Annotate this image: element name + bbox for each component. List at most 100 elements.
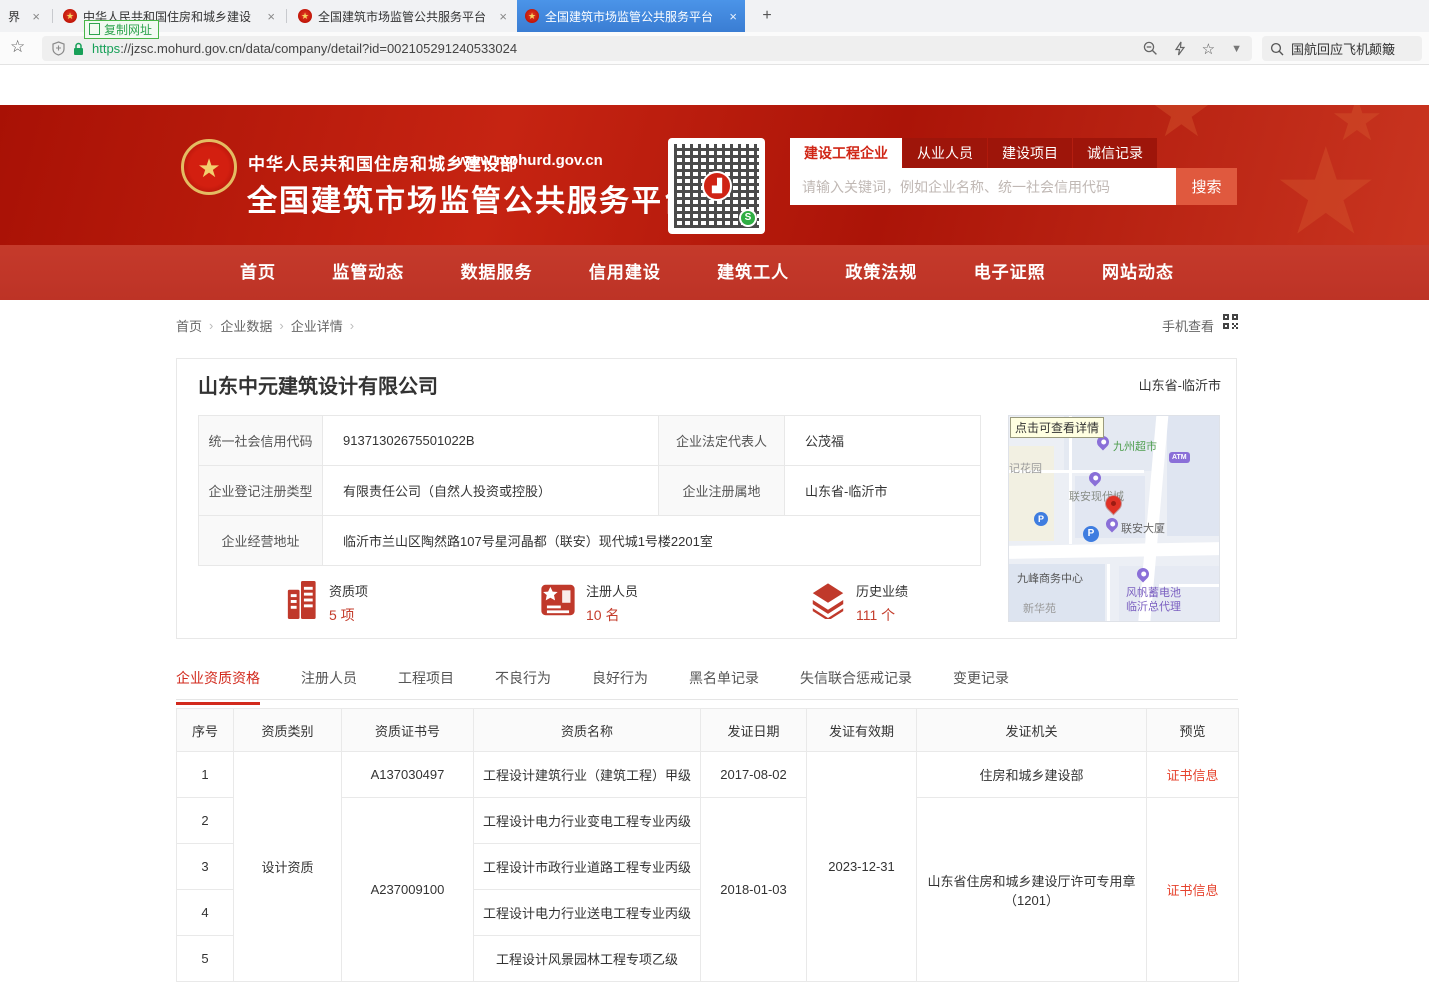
cell-seq: 5 (177, 936, 234, 982)
copy-url-label: 复制网址 (104, 21, 152, 38)
detail-section-tabs: 企业资质资格 注册人员 工程项目 不良行为 良好行为 黑名单记录 失信联合惩戒记… (176, 663, 1238, 700)
field-label: 企业经营地址 (199, 516, 323, 566)
emblem-favicon-icon: ★ (63, 9, 77, 23)
tab-registered-personnel[interactable]: 注册人员 (301, 663, 357, 699)
nav-workers[interactable]: 建筑工人 (717, 245, 789, 300)
search-button[interactable]: 搜索 (1176, 168, 1237, 205)
field-label: 统一社会信用代码 (199, 416, 323, 466)
tab-separator (52, 9, 53, 23)
chevron-right-icon: › (350, 318, 354, 333)
poi-supermarket: 九州超市 (1113, 438, 1157, 454)
nav-e-license[interactable]: 电子证照 (974, 245, 1046, 300)
cell-seq: 1 (177, 752, 234, 798)
table-header-row: 序号 资质类别 资质证书号 资质名称 发证日期 发证有效期 发证机关 预览 (177, 709, 1239, 752)
location-map[interactable]: 点击可查看详情 九州超市 ATM 记花园 联安现代城 联安大厦 P P 九峰商务… (1008, 415, 1220, 622)
nav-supervision[interactable]: 监管动态 (332, 245, 404, 300)
address-bar[interactable]: https://jzsc.mohurd.gov.cn/data/company/… (42, 36, 1252, 61)
url-protocol: https (92, 41, 120, 56)
close-icon[interactable]: × (32, 9, 40, 24)
tab-projects[interactable]: 工程项目 (398, 663, 454, 699)
decor-star-icon: ★ (1150, 105, 1213, 153)
copy-icon (91, 25, 100, 35)
col-preview: 预览 (1147, 709, 1239, 752)
stat-label: 资质项 (329, 581, 368, 600)
quick-search-box[interactable]: 国航回应飞机颠簸 (1262, 36, 1422, 61)
cell-seq: 2 (177, 798, 234, 844)
cell-cert-no: A137030497 (342, 752, 474, 798)
parking-icon: P (1034, 512, 1048, 526)
company-name: 山东中元建筑设计有限公司 (198, 370, 438, 399)
tab-blacklist[interactable]: 黑名单记录 (689, 663, 759, 699)
new-tab-button[interactable]: + (756, 6, 778, 26)
field-value: 公茂福 (785, 416, 981, 466)
cell-name: 工程设计风景园林工程专项乙级 (474, 936, 701, 982)
tab-bad-behavior[interactable]: 不良行为 (495, 663, 551, 699)
nav-policy[interactable]: 政策法规 (845, 245, 917, 300)
qr-mini-icon[interactable] (1223, 314, 1238, 329)
zoom-out-icon[interactable] (1143, 41, 1158, 56)
favorite-star-icon[interactable]: ☆ (1202, 40, 1215, 58)
chevron-right-icon: › (279, 318, 283, 333)
stat-value: 111 个 (856, 605, 908, 625)
map-road (1107, 564, 1110, 622)
poi-lianan-tower: 联安大厦 (1121, 520, 1165, 536)
emblem-favicon-icon: ★ (525, 9, 539, 23)
browser-tab-active[interactable]: ★ 全国建筑市场监管公共服务平台 × (517, 0, 745, 32)
stat-label: 注册人员 (586, 581, 638, 600)
banner-search-row: 搜索 (790, 168, 1237, 205)
tab-qualifications[interactable]: 企业资质资格 (176, 663, 260, 699)
company-card: 山东中元建筑设计有限公司 山东省-临沂市 统一社会信用代码 9137130267… (176, 358, 1237, 639)
cell-cert-no: A237009100 (342, 798, 474, 982)
search-tab-practitioners[interactable]: 从业人员 (903, 138, 987, 168)
field-value: 91371302675501022B (323, 416, 659, 466)
col-issue-date: 发证日期 (701, 709, 807, 752)
nav-site-news[interactable]: 网站动态 (1102, 245, 1174, 300)
crumb-company-data[interactable]: 企业数据 (220, 316, 272, 335)
shield-icon[interactable] (52, 41, 65, 56)
stat-value: 10 名 (586, 605, 638, 625)
browser-tab-jzsc[interactable]: ★ 全国建筑市场监管公共服务平台 × (290, 0, 515, 32)
lightning-icon[interactable] (1174, 41, 1186, 56)
bookmark-star-icon[interactable]: ☆ (10, 37, 25, 57)
crumb-company-detail[interactable]: 企业详情 (291, 316, 343, 335)
main-nav: 首页 监管动态 数据服务 信用建设 建筑工人 政策法规 电子证照 网站动态 (0, 245, 1429, 300)
browser-tab-partial[interactable]: 界 × (0, 0, 48, 32)
crumb-home[interactable]: 首页 (176, 316, 202, 335)
close-icon[interactable]: × (267, 9, 275, 24)
tab-good-behavior[interactable]: 良好行为 (592, 663, 648, 699)
table-row: 1 设计资质 A137030497 工程设计建筑行业（建筑工程）甲级 2017-… (177, 752, 1239, 798)
cell-seq: 4 (177, 890, 234, 936)
mobile-view-label[interactable]: 手机查看 (1162, 316, 1214, 335)
poi-garden: 记花园 (1009, 460, 1042, 476)
stat-value: 5 项 (329, 605, 368, 625)
qr-center-logo-icon: ▟ (702, 171, 732, 201)
search-tab-credit-records[interactable]: 诚信记录 (1073, 138, 1157, 168)
field-value: 山东省-临沂市 (785, 466, 981, 516)
search-tab-construction-enterprise[interactable]: 建设工程企业 (790, 138, 902, 168)
certificate-info-link[interactable]: 证书信息 (1166, 883, 1218, 898)
qr-miniprogram-icon: S (739, 209, 757, 227)
close-icon[interactable]: × (499, 9, 507, 24)
tab-change-records[interactable]: 变更记录 (953, 663, 1009, 699)
cell-name: 工程设计建筑行业（建筑工程）甲级 (474, 752, 701, 798)
keyword-search-input[interactable] (790, 168, 1176, 205)
tab-dishonesty-records[interactable]: 失信联合惩戒记录 (800, 663, 912, 699)
nav-home[interactable]: 首页 (240, 245, 276, 300)
cell-validity: 2023-12-31 (807, 752, 917, 982)
stat-registered-personnel: 注册人员 10 名 (540, 581, 638, 625)
url-text[interactable]: https://jzsc.mohurd.gov.cn/data/company/… (92, 41, 1133, 56)
quick-search-text: 国航回应飞机颠簸 (1291, 39, 1395, 58)
certificate-info-link[interactable]: 证书信息 (1166, 768, 1218, 783)
col-category: 资质类别 (234, 709, 342, 752)
poi-xinhua-garden: 新华苑 (1023, 600, 1056, 616)
close-icon[interactable]: × (729, 9, 737, 24)
nav-credit[interactable]: 信用建设 (589, 245, 661, 300)
qr-code: ▟ S (668, 138, 765, 234)
breadcrumb-row: 首页 › 企业数据 › 企业详情 › 手机查看 (176, 313, 1238, 337)
field-label: 企业登记注册类型 (199, 466, 323, 516)
cell-name: 工程设计市政行业道路工程专业丙级 (474, 844, 701, 890)
map-tooltip: 点击可查看详情 (1010, 417, 1104, 438)
chevron-down-icon[interactable]: ▼ (1231, 43, 1242, 55)
search-tab-projects[interactable]: 建设项目 (988, 138, 1072, 168)
nav-data-service[interactable]: 数据服务 (461, 245, 533, 300)
